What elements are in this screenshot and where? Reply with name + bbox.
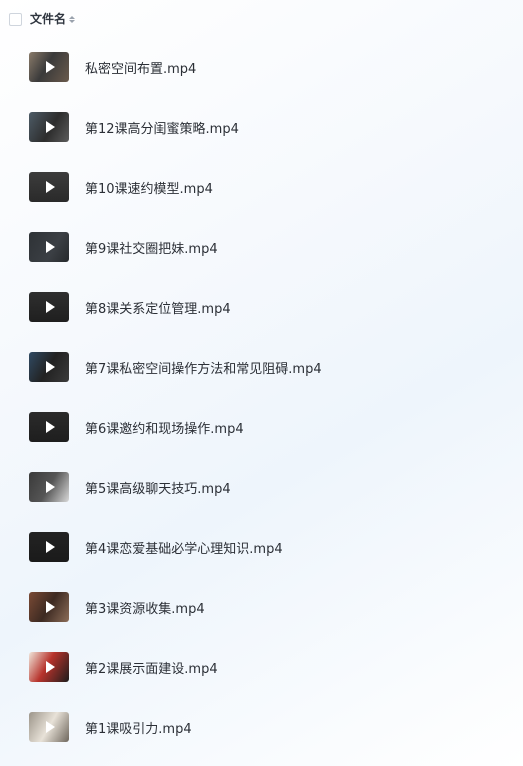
play-icon — [46, 181, 55, 193]
file-row[interactable]: 第12课高分闺蜜策略.mp4 — [0, 97, 523, 157]
column-header-filename[interactable]: 文件名 — [30, 10, 66, 28]
file-row[interactable]: 第1课吸引力.mp4 — [0, 697, 523, 757]
file-row[interactable]: 第2课展示面建设.mp4 — [0, 637, 523, 697]
video-thumbnail-icon[interactable] — [29, 532, 69, 562]
file-name[interactable]: 第5课高级聊天技巧.mp4 — [85, 478, 231, 497]
video-thumbnail-icon[interactable] — [29, 712, 69, 742]
file-name[interactable]: 第9课社交圈把妹.mp4 — [85, 238, 218, 257]
select-all-checkbox[interactable] — [9, 12, 22, 26]
file-row[interactable]: 第6课邀约和现场操作.mp4 — [0, 397, 523, 457]
file-row[interactable]: 私密空间布置.mp4 — [0, 37, 523, 97]
file-row[interactable]: 第9课社交圈把妹.mp4 — [0, 217, 523, 277]
video-thumbnail-icon[interactable] — [29, 232, 69, 262]
play-icon — [46, 301, 55, 313]
file-name[interactable]: 第10课速约模型.mp4 — [85, 178, 213, 197]
play-icon — [46, 121, 55, 133]
file-row[interactable]: 第8课关系定位管理.mp4 — [0, 277, 523, 337]
file-name[interactable]: 第3课资源收集.mp4 — [85, 598, 205, 617]
play-icon — [46, 481, 55, 493]
file-name[interactable]: 第2课展示面建设.mp4 — [85, 658, 218, 677]
file-row[interactable]: 第7课私密空间操作方法和常见阻碍.mp4 — [0, 337, 523, 397]
play-icon — [46, 601, 55, 613]
play-icon — [46, 61, 55, 73]
video-thumbnail-icon[interactable] — [29, 292, 69, 322]
file-list: 私密空间布置.mp4 第12课高分闺蜜策略.mp4 第10课速约模型.mp4 第… — [0, 37, 523, 757]
file-row[interactable]: 第3课资源收集.mp4 — [0, 577, 523, 637]
play-icon — [46, 421, 55, 433]
video-thumbnail-icon[interactable] — [29, 352, 69, 382]
play-icon — [46, 661, 55, 673]
play-icon — [46, 361, 55, 373]
file-row[interactable]: 第10课速约模型.mp4 — [0, 157, 523, 217]
file-name[interactable]: 第6课邀约和现场操作.mp4 — [85, 418, 244, 437]
play-icon — [46, 541, 55, 553]
play-icon — [46, 721, 55, 733]
file-name[interactable]: 第1课吸引力.mp4 — [85, 718, 192, 737]
file-row[interactable]: 第4课恋爱基础必学心理知识.mp4 — [0, 517, 523, 577]
video-thumbnail-icon[interactable] — [29, 172, 69, 202]
file-name[interactable]: 第4课恋爱基础必学心理知识.mp4 — [85, 538, 283, 557]
file-name[interactable]: 第12课高分闺蜜策略.mp4 — [85, 118, 239, 137]
file-row[interactable]: 第5课高级聊天技巧.mp4 — [0, 457, 523, 517]
file-name[interactable]: 第8课关系定位管理.mp4 — [85, 298, 231, 317]
video-thumbnail-icon[interactable] — [29, 472, 69, 502]
video-thumbnail-icon[interactable] — [29, 652, 69, 682]
video-thumbnail-icon[interactable] — [29, 412, 69, 442]
file-list-header: 文件名 — [9, 10, 76, 28]
video-thumbnail-icon[interactable] — [29, 52, 69, 82]
sort-arrows-icon[interactable] — [69, 15, 76, 23]
file-name[interactable]: 私密空间布置.mp4 — [85, 58, 196, 77]
play-icon — [46, 241, 55, 253]
video-thumbnail-icon[interactable] — [29, 592, 69, 622]
video-thumbnail-icon[interactable] — [29, 112, 69, 142]
file-name[interactable]: 第7课私密空间操作方法和常见阻碍.mp4 — [85, 358, 322, 377]
